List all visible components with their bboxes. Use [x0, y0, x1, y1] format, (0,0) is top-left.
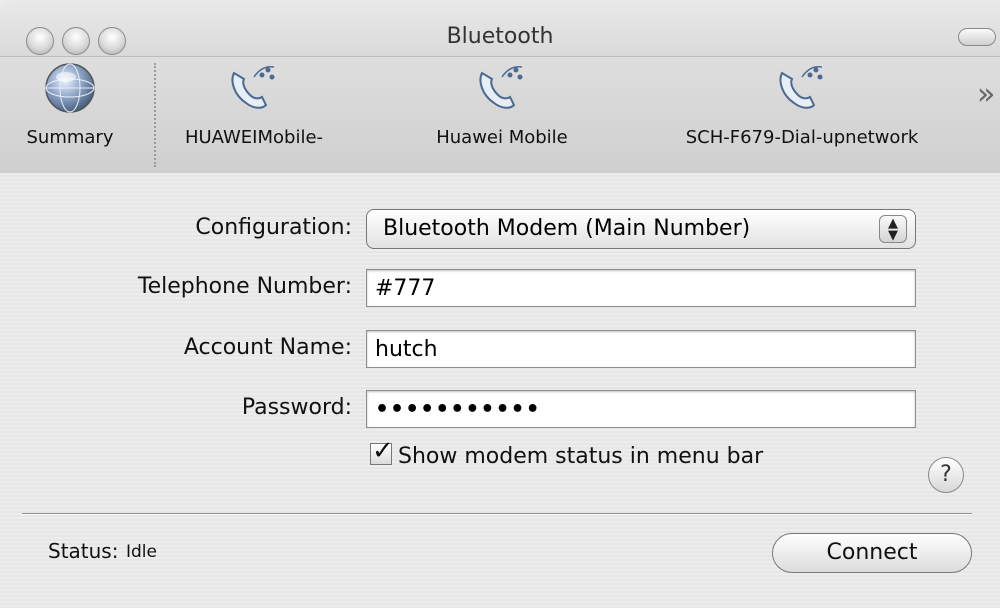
toolbar-item-huaweimobile[interactable]: HUAWEIMobile- — [170, 61, 338, 148]
show-modem-status-checkbox[interactable]: ✓ — [370, 436, 394, 466]
password-field[interactable]: ••••••••••• — [366, 390, 916, 428]
toolbar-separator — [154, 63, 156, 167]
modem-settings-pane: Configuration: Bluetooth Modem (Main Num… — [0, 173, 1000, 608]
show-modem-status-label: Show modem status in menu bar — [398, 444, 764, 469]
globe-icon — [45, 63, 95, 113]
popup-arrows-icon: ▲ ▼ — [879, 215, 907, 243]
toolbar-item-label: HUAWEIMobile- — [184, 127, 324, 148]
window-title: Bluetooth — [446, 24, 554, 49]
toolbar-item-label: Summary — [26, 127, 114, 148]
phone-icon — [479, 65, 523, 109]
divider — [22, 513, 972, 515]
status-label: Status: — [48, 539, 119, 563]
configuration-label: Configuration: — [195, 215, 352, 240]
title-bar: Bluetooth — [0, 0, 1000, 56]
toolbar-item-label: SCH-F679-Dial-upnetwork — [685, 127, 919, 148]
account-name-label: Account Name: — [183, 335, 352, 360]
toolbar-item-sch-f679[interactable]: SCH-F679-Dial-upnetwork — [654, 61, 950, 148]
toolbar-toggle-button[interactable] — [958, 28, 996, 46]
account-name-field[interactable]: hutch — [366, 330, 916, 368]
toolbar: Summary HUAWEIMobile- Huawei Mobile SCH-… — [0, 56, 1000, 174]
telephone-number-field[interactable]: #777 — [366, 269, 916, 307]
toolbar-overflow-chevron-icon[interactable]: » — [977, 77, 995, 112]
configuration-value: Bluetooth Modem (Main Number) — [383, 216, 751, 241]
toolbar-item-summary[interactable]: Summary — [14, 61, 126, 148]
telephone-number-label: Telephone Number: — [137, 274, 352, 299]
status-value: Idle — [126, 542, 157, 562]
checkmark-icon: ✓ — [372, 436, 394, 466]
toolbar-item-label: Huawei Mobile — [436, 127, 568, 148]
password-label: Password: — [241, 395, 352, 420]
phone-icon — [779, 65, 823, 109]
help-button[interactable]: ? — [928, 457, 964, 493]
show-modem-status-option[interactable]: ✓ Show modem status in menu bar — [370, 436, 764, 469]
toolbar-item-huawei-mobile[interactable]: Huawei Mobile — [412, 61, 592, 148]
configuration-popup[interactable]: Bluetooth Modem (Main Number) ▲ ▼ — [366, 209, 916, 249]
phone-icon — [231, 65, 275, 109]
connect-button[interactable]: Connect — [772, 533, 972, 573]
bluetooth-window: Bluetooth Summary HUAWEIMobile- Huawei M… — [0, 0, 1000, 608]
